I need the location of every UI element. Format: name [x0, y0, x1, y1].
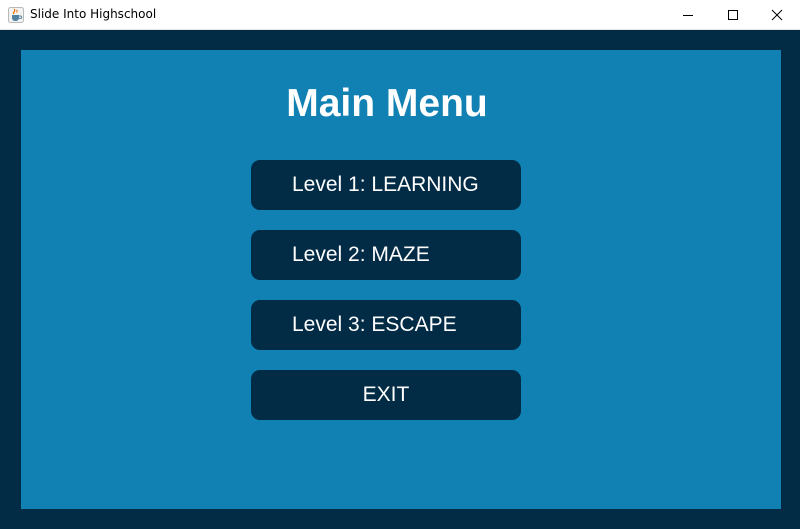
level-2-label: Level 2: MAZE [292, 243, 430, 266]
exit-label: EXIT [362, 383, 410, 406]
exit-button[interactable]: EXIT [251, 370, 521, 420]
minimize-button[interactable] [665, 0, 711, 30]
level-3-button[interactable]: Level 3: ESCAPE [251, 300, 521, 350]
title-bar[interactable]: Slide Into Highschool [0, 0, 800, 30]
maximize-button[interactable] [710, 0, 756, 30]
level-3-label: Level 3: ESCAPE [292, 313, 457, 336]
java-cup-icon [8, 7, 24, 23]
level-2-button[interactable]: Level 2: MAZE [251, 230, 521, 280]
level-1-label: Level 1: LEARNING [292, 173, 479, 196]
page-title: Main Menu [286, 82, 488, 125]
minimize-icon [683, 15, 693, 16]
app-window: Slide Into Highschool Main Menu Level 1:… [0, 0, 800, 529]
maximize-icon [728, 10, 738, 20]
level-1-button[interactable]: Level 1: LEARNING [251, 160, 521, 210]
window-title: Slide Into Highschool [30, 7, 157, 21]
close-button[interactable] [754, 0, 800, 30]
close-icon [771, 9, 783, 21]
